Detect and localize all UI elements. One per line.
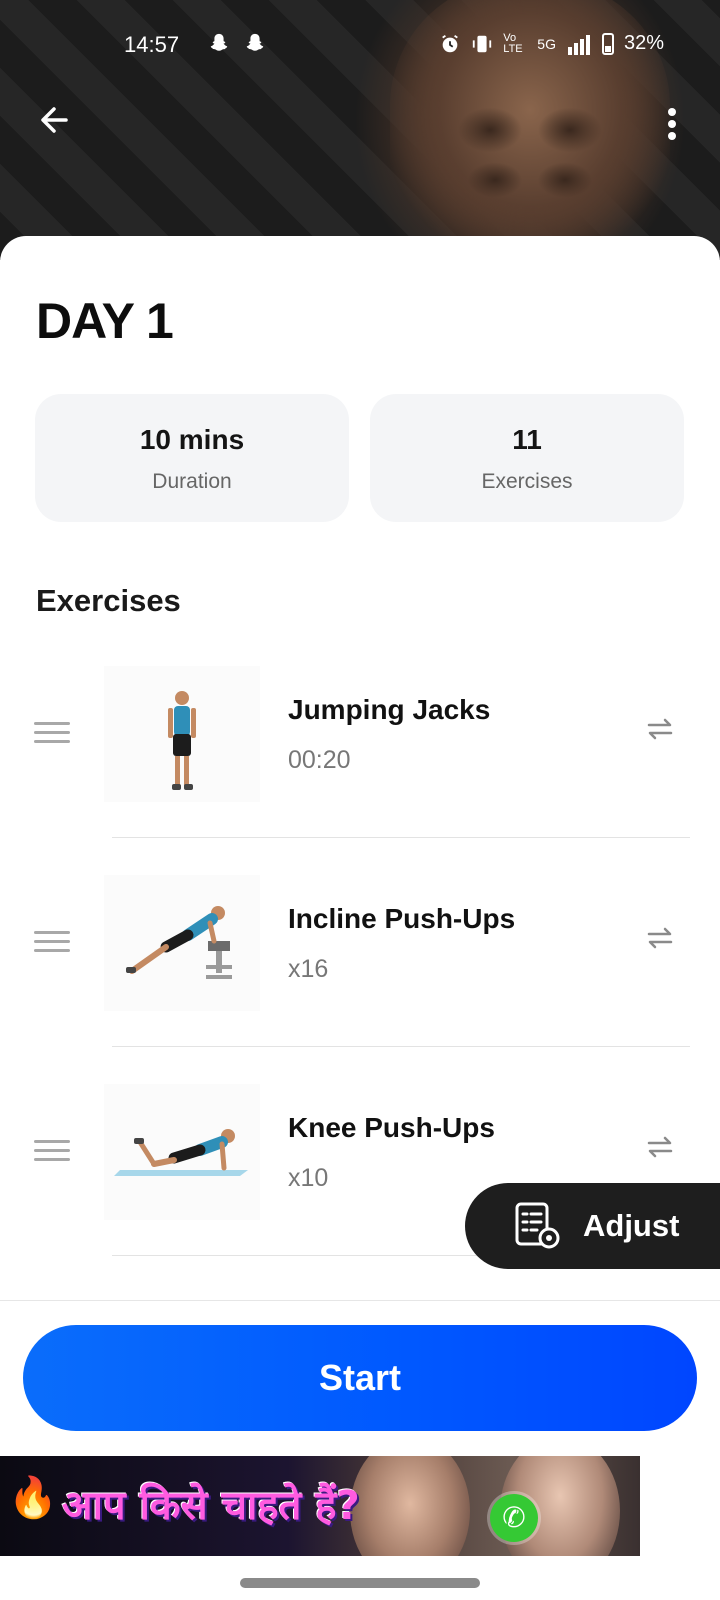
exercise-amount: x10 bbox=[288, 1164, 329, 1192]
volte-icon: Vo LTE bbox=[503, 31, 523, 55]
bottom-action-bar: Start bbox=[0, 1300, 720, 1460]
swap-exercise-button[interactable] bbox=[640, 923, 680, 963]
duration-label: Duration bbox=[152, 470, 232, 493]
exercise-amount: x16 bbox=[288, 955, 329, 983]
exercises-heading: Exercises bbox=[36, 583, 181, 618]
back-button[interactable] bbox=[34, 100, 78, 144]
network-type: 5G bbox=[537, 35, 556, 52]
status-bar: 14:57 Vo LTE 5G 32% bbox=[0, 28, 720, 64]
duration-value: 10 mins bbox=[139, 424, 245, 455]
swap-icon bbox=[647, 718, 673, 740]
exercise-thumbnail bbox=[104, 666, 260, 802]
arrow-left-icon bbox=[41, 107, 68, 133]
exercise-row[interactable]: Jumping Jacks 00:20 bbox=[0, 666, 720, 846]
swap-exercise-button[interactable] bbox=[640, 1132, 680, 1172]
exercise-thumbnail bbox=[104, 1084, 260, 1220]
ad-headline: आप किसे चाहते हैं? bbox=[62, 1483, 360, 1529]
drag-handle-icon[interactable] bbox=[34, 1140, 70, 1164]
adjust-button[interactable]: Adjust bbox=[465, 1183, 720, 1269]
exercise-name: Knee Push-Ups bbox=[288, 1112, 495, 1143]
exercise-count-value: 11 bbox=[512, 424, 542, 455]
row-divider bbox=[112, 837, 690, 838]
more-options-button[interactable] bbox=[650, 104, 694, 148]
swap-exercise-button[interactable] bbox=[640, 714, 680, 754]
drag-handle-icon[interactable] bbox=[34, 722, 70, 746]
checklist-icon bbox=[515, 1202, 560, 1249]
status-time: 14:57 bbox=[124, 32, 180, 57]
signal-icon bbox=[567, 34, 590, 55]
alarm-icon bbox=[442, 34, 459, 52]
exercise-row[interactable]: Incline Push-Ups x16 bbox=[0, 875, 720, 1055]
battery-percent: 32% bbox=[623, 32, 664, 54]
more-vertical-icon bbox=[668, 108, 676, 116]
snapchat-icon bbox=[208, 32, 266, 60]
duration-card: 10 mins Duration bbox=[35, 394, 349, 522]
drag-handle-icon[interactable] bbox=[34, 931, 70, 955]
workout-sheet: DAY 1 10 mins Duration 11 Exercises Exer… bbox=[0, 236, 720, 1300]
fire-icon: 🔥 bbox=[8, 1476, 58, 1520]
swap-icon bbox=[647, 1136, 673, 1158]
snapchat-icon-2 bbox=[246, 33, 263, 51]
knee-pushup-figure bbox=[114, 1129, 248, 1176]
home-indicator[interactable] bbox=[240, 1578, 480, 1588]
status-icons: Vo LTE 5G 32% bbox=[439, 32, 664, 55]
battery-icon bbox=[601, 32, 614, 55]
exercise-name: Jumping Jacks bbox=[288, 694, 491, 725]
swap-icon bbox=[647, 927, 673, 949]
exercise-name: Incline Push-Ups bbox=[288, 903, 516, 934]
exercise-count-label: Exercises bbox=[481, 470, 573, 493]
ad-photo bbox=[350, 1456, 470, 1556]
adjust-label: Adjust bbox=[583, 1208, 680, 1243]
row-divider bbox=[112, 1046, 690, 1047]
page-title: DAY 1 bbox=[36, 293, 174, 349]
exercise-count-card: 11 Exercises bbox=[370, 394, 684, 522]
start-button[interactable]: Start bbox=[23, 1325, 697, 1431]
exercise-thumbnail bbox=[104, 875, 260, 1011]
vibrate-icon bbox=[473, 35, 492, 52]
ad-banner[interactable]: 🔥 आप किसे चाहते हैं? ✆ bbox=[0, 1456, 640, 1556]
jumping-jacks-figure bbox=[168, 691, 196, 790]
exercise-amount: 00:20 bbox=[288, 746, 351, 774]
phone-icon: ✆ bbox=[490, 1494, 538, 1542]
incline-pushup-figure bbox=[126, 906, 232, 979]
